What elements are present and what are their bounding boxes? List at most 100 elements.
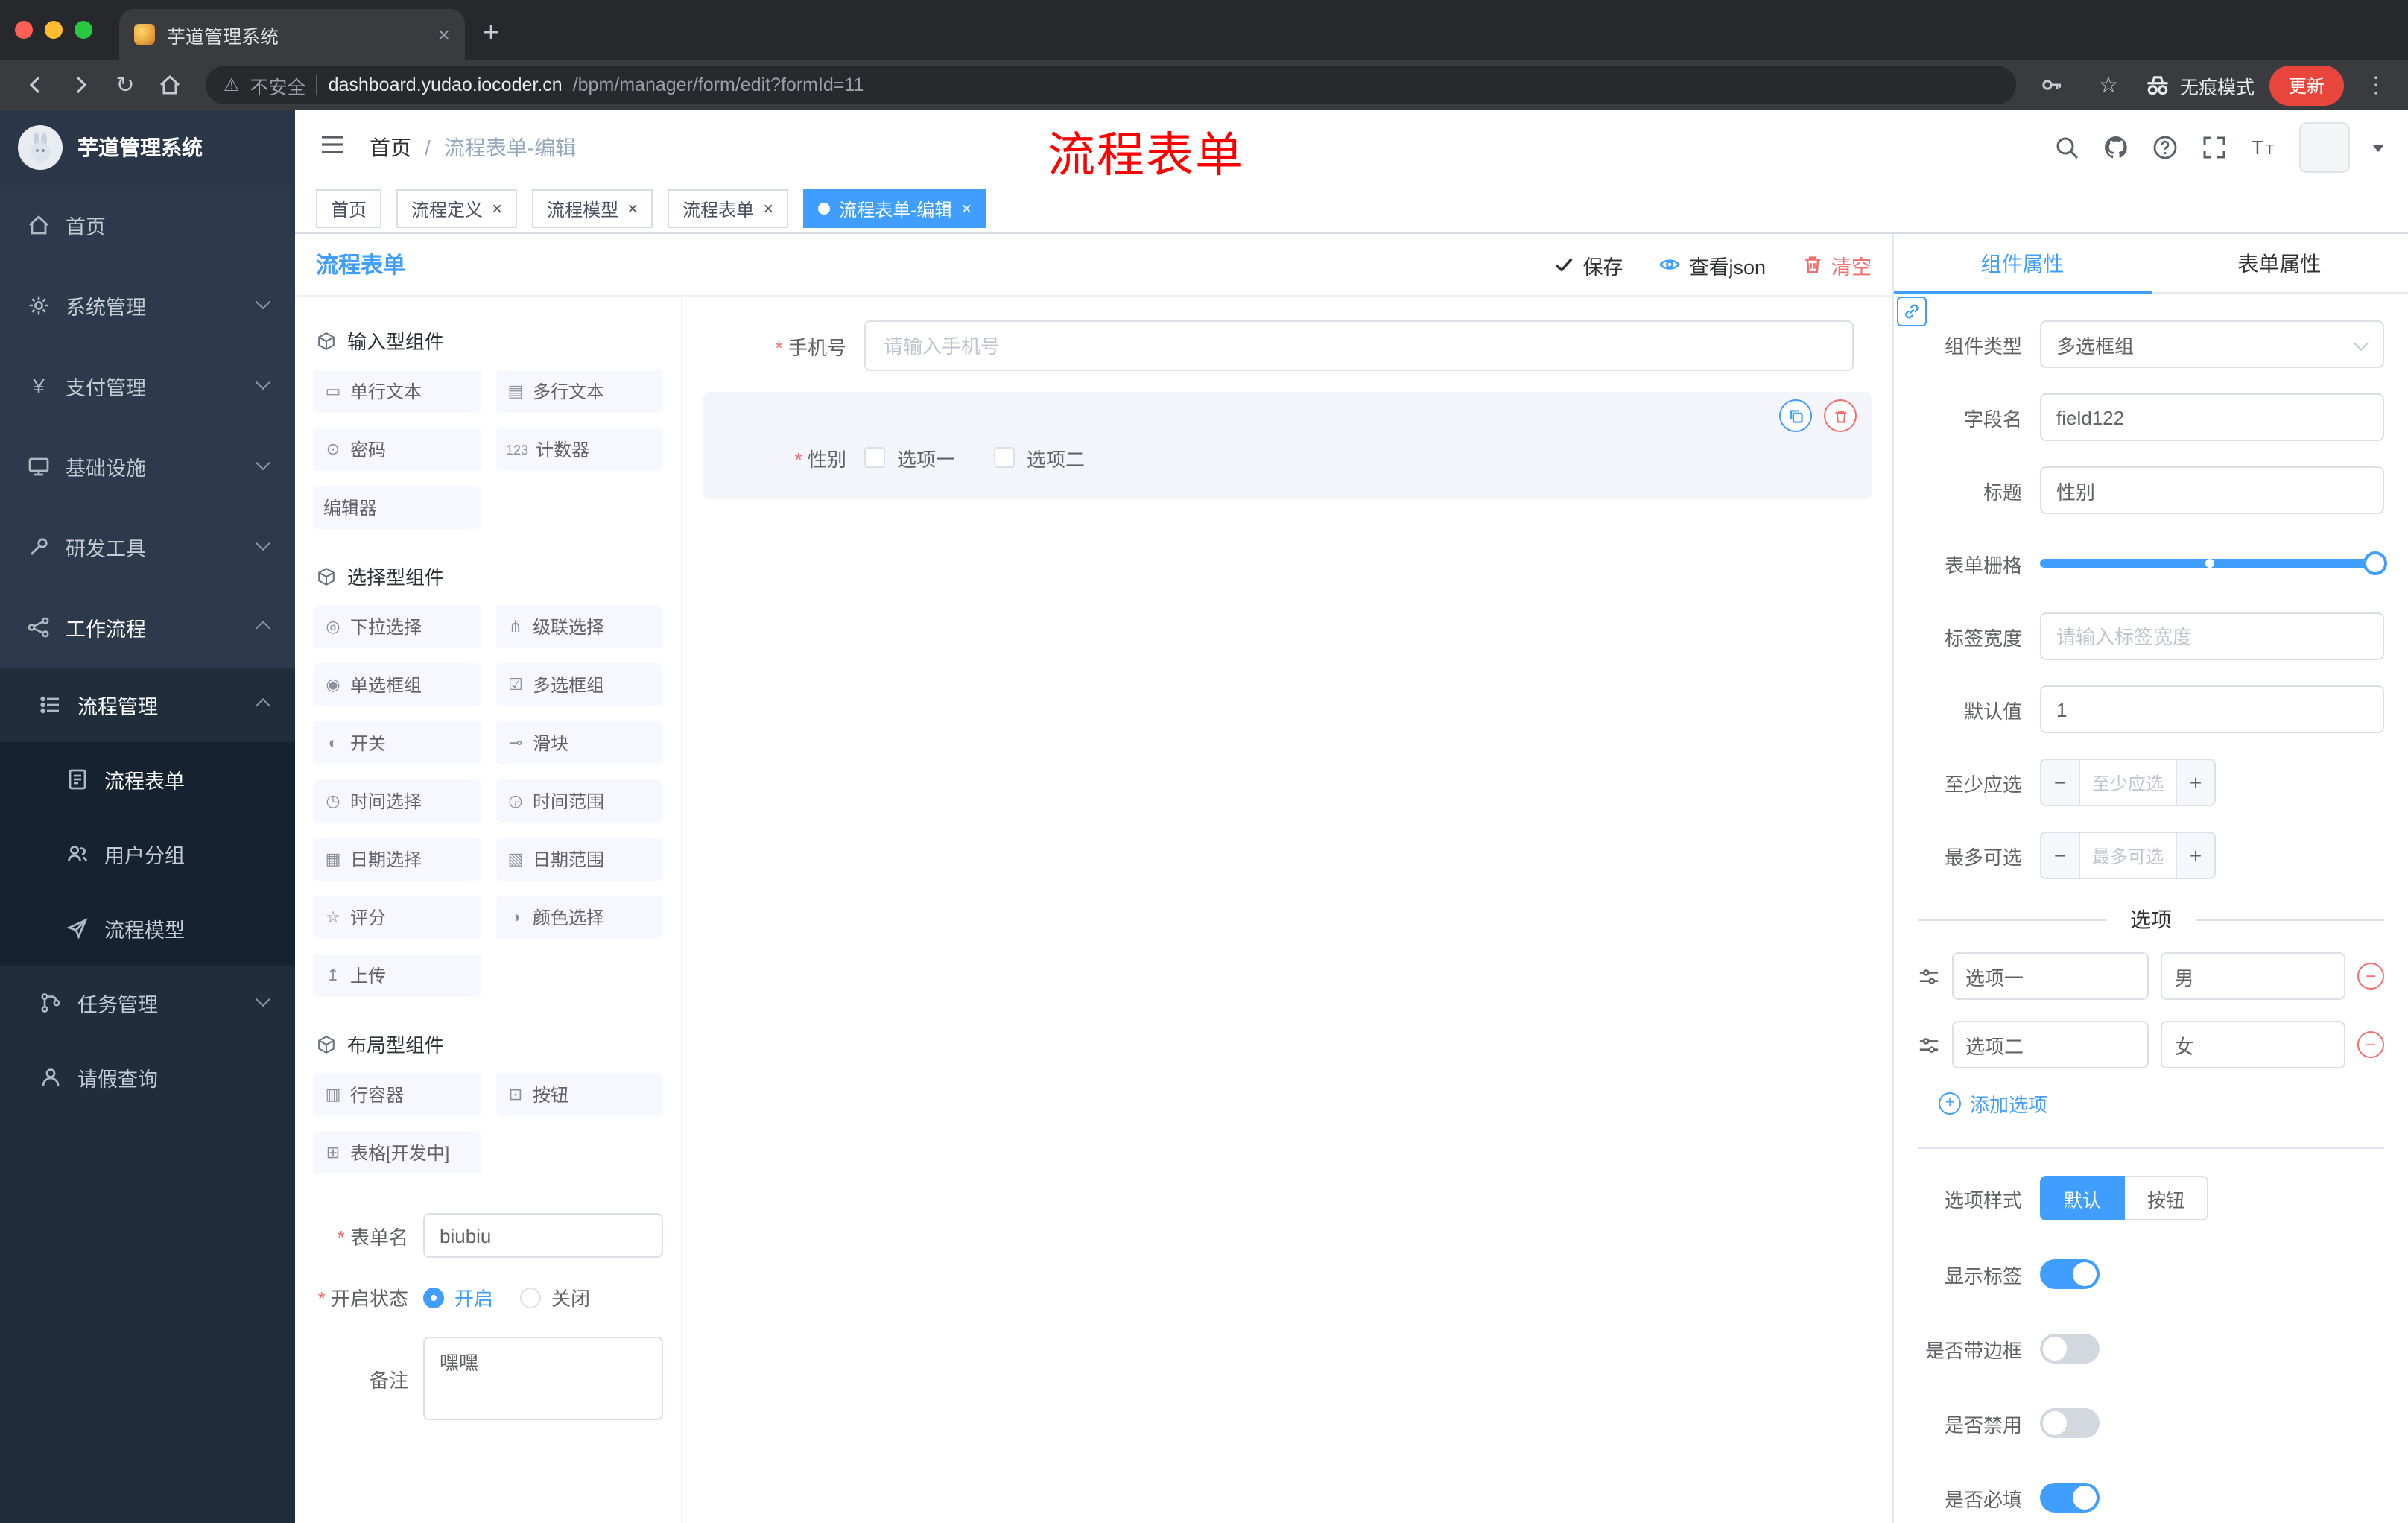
palette-item-color-picker[interactable]: ◑ 颜色选择 bbox=[495, 896, 663, 939]
remark-textarea[interactable]: 嘿嘿 bbox=[423, 1337, 663, 1420]
style-default-button[interactable]: 默认 bbox=[2040, 1176, 2126, 1220]
new-tab-button[interactable]: + bbox=[483, 18, 499, 51]
increase-button[interactable]: + bbox=[2176, 760, 2214, 805]
tab-close-icon[interactable]: × bbox=[438, 22, 450, 46]
tag-close-icon[interactable]: × bbox=[492, 198, 502, 219]
sidebar-item-system[interactable]: 系统管理 bbox=[0, 265, 295, 346]
sidebar-item-home[interactable]: 首页 bbox=[0, 185, 295, 265]
palette-item-radio-group[interactable]: ◉ 单选框组 bbox=[313, 663, 481, 706]
slider-handle[interactable] bbox=[2363, 551, 2387, 575]
grid-slider[interactable] bbox=[2040, 539, 2387, 587]
border-switch[interactable] bbox=[2040, 1334, 2100, 1364]
save-button[interactable]: 保存 bbox=[1553, 250, 1623, 279]
tag-close-icon[interactable]: × bbox=[627, 198, 638, 219]
form-canvas[interactable]: 手机号 bbox=[682, 297, 1892, 1523]
form-name-input[interactable] bbox=[423, 1213, 663, 1258]
sidebar-item-process-management[interactable]: 流程管理 bbox=[0, 668, 295, 742]
clear-button[interactable]: 清空 bbox=[1802, 250, 1872, 279]
avatar-caret-down-icon[interactable] bbox=[2372, 144, 2384, 157]
sidebar-item-process-form[interactable]: 流程表单 bbox=[0, 742, 295, 817]
breadcrumb-home[interactable]: 首页 bbox=[370, 133, 411, 162]
tag-process-definition[interactable]: 流程定义 × bbox=[396, 189, 518, 228]
tag-home[interactable]: 首页 bbox=[316, 189, 382, 228]
sidebar-item-infrastructure[interactable]: 基础设施 bbox=[0, 426, 295, 507]
remove-option-button[interactable]: − bbox=[2357, 1031, 2384, 1058]
component-type-select[interactable]: 多选框组 bbox=[2040, 320, 2384, 368]
palette-item-multi-line-text[interactable]: ▤ 多行文本 bbox=[495, 370, 663, 413]
drag-handle-icon[interactable] bbox=[1918, 1033, 1940, 1056]
browser-update-button[interactable]: 更新 bbox=[2269, 65, 2344, 105]
tag-process-form-edit[interactable]: 流程表单-编辑 × bbox=[803, 189, 987, 228]
sidebar-item-process-model[interactable]: 流程模型 bbox=[0, 891, 295, 966]
required-switch[interactable] bbox=[2040, 1483, 2100, 1513]
palette-item-editor[interactable]: 编辑器 bbox=[313, 486, 481, 529]
palette-item-password[interactable]: ⊙ 密码 bbox=[313, 428, 481, 471]
password-key-button[interactable] bbox=[2031, 64, 2073, 106]
window-close-button[interactable] bbox=[15, 21, 33, 39]
sidebar-item-task-management[interactable]: 任务管理 bbox=[0, 966, 295, 1040]
palette-item-slider[interactable]: ⊸ 滑块 bbox=[495, 721, 663, 764]
app-logo[interactable]: 芋道管理系统 bbox=[0, 110, 295, 185]
remove-option-button[interactable]: − bbox=[2357, 963, 2384, 990]
increase-button[interactable]: + bbox=[2176, 833, 2214, 878]
min-select-value[interactable]: 至少应选 bbox=[2080, 760, 2176, 805]
tab-form-props[interactable]: 表单属性 bbox=[2151, 234, 2408, 292]
drag-handle-icon[interactable] bbox=[1918, 965, 1940, 987]
option-1-value-input[interactable] bbox=[2161, 952, 2345, 1000]
browser-tab[interactable]: 芋道管理系统 × bbox=[119, 9, 465, 60]
tag-close-icon[interactable]: × bbox=[763, 198, 773, 219]
canvas-field-gender-selected[interactable]: 性别 选项一 选项二 bbox=[703, 392, 1872, 499]
palette-item-date-picker[interactable]: ▦ 日期选择 bbox=[313, 838, 481, 881]
palette-item-counter[interactable]: 123 计数器 bbox=[495, 428, 663, 471]
browser-menu-icon[interactable]: ⋮ bbox=[2359, 72, 2393, 98]
canvas-field-phone[interactable]: 手机号 bbox=[703, 317, 1872, 374]
user-avatar[interactable] bbox=[2299, 122, 2350, 173]
max-select-value[interactable]: 最多可选 bbox=[2080, 833, 2176, 878]
copy-component-button[interactable] bbox=[1779, 399, 1812, 432]
option-1-label-input[interactable] bbox=[1952, 952, 2149, 1000]
sidebar-item-payment[interactable]: ¥ 支付管理 bbox=[0, 346, 295, 426]
palette-item-time-range[interactable]: ◶ 时间范围 bbox=[495, 779, 663, 823]
palette-item-select[interactable]: ◎ 下拉选择 bbox=[313, 605, 481, 648]
palette-item-single-line-text[interactable]: ▭ 单行文本 bbox=[313, 370, 481, 413]
reload-button[interactable]: ↻ bbox=[104, 64, 146, 106]
disabled-switch[interactable] bbox=[2040, 1408, 2100, 1438]
option-2-label-input[interactable] bbox=[1952, 1021, 2149, 1068]
add-option-button[interactable]: + 添加选项 bbox=[1939, 1089, 2384, 1118]
decrease-button[interactable]: − bbox=[2041, 760, 2080, 805]
palette-item-switch[interactable]: ◐ 开关 bbox=[313, 721, 481, 764]
header-search-button[interactable] bbox=[2053, 134, 2080, 161]
default-value-input[interactable] bbox=[2040, 685, 2384, 733]
fullscreen-button[interactable] bbox=[2201, 134, 2228, 161]
sidebar-item-user-group[interactable]: 用户分组 bbox=[0, 817, 295, 891]
url-bar[interactable]: ⚠ 不安全 dashboard.yudao.iocoder.cn /bpm/ma… bbox=[206, 66, 2016, 104]
field-name-input[interactable] bbox=[2040, 393, 2384, 441]
tab-component-props[interactable]: 组件属性 bbox=[1894, 234, 2151, 294]
tag-process-model[interactable]: 流程模型 × bbox=[532, 189, 653, 228]
tag-process-form[interactable]: 流程表单 × bbox=[668, 189, 789, 228]
show-label-switch[interactable] bbox=[2040, 1259, 2100, 1289]
palette-item-upload[interactable]: ↥ 上传 bbox=[313, 954, 481, 997]
browser-home-button[interactable] bbox=[149, 64, 191, 106]
status-radio-off[interactable]: 关闭 bbox=[520, 1283, 590, 1311]
palette-item-row-container[interactable]: ▥ 行容器 bbox=[313, 1073, 481, 1116]
status-radio-on[interactable]: 开启 bbox=[423, 1283, 493, 1311]
palette-item-checkbox-group[interactable]: ☑ 多选框组 bbox=[495, 663, 663, 706]
tag-close-icon[interactable]: × bbox=[961, 198, 972, 219]
sidebar-toggle-button[interactable] bbox=[319, 130, 346, 165]
palette-item-table[interactable]: ⊞ 表格[开发中] bbox=[313, 1131, 481, 1174]
delete-component-button[interactable] bbox=[1824, 399, 1857, 432]
palette-item-rate[interactable]: ☆ 评分 bbox=[313, 896, 481, 939]
window-zoom-button[interactable] bbox=[75, 21, 92, 39]
sidebar-item-devtools[interactable]: 研发工具 bbox=[0, 507, 295, 587]
forward-button[interactable] bbox=[60, 64, 101, 106]
palette-item-time-picker[interactable]: ◷ 时间选择 bbox=[313, 779, 481, 823]
decrease-button[interactable]: − bbox=[2041, 833, 2080, 878]
help-button[interactable] bbox=[2152, 134, 2179, 161]
gender-option-1-checkbox[interactable]: 选项一 bbox=[864, 443, 955, 472]
back-button[interactable] bbox=[15, 64, 57, 106]
palette-item-date-range[interactable]: ▧ 日期范围 bbox=[495, 838, 663, 881]
label-width-input[interactable] bbox=[2040, 612, 2384, 660]
option-2-value-input[interactable] bbox=[2161, 1021, 2345, 1068]
window-minimize-button[interactable] bbox=[45, 21, 63, 39]
